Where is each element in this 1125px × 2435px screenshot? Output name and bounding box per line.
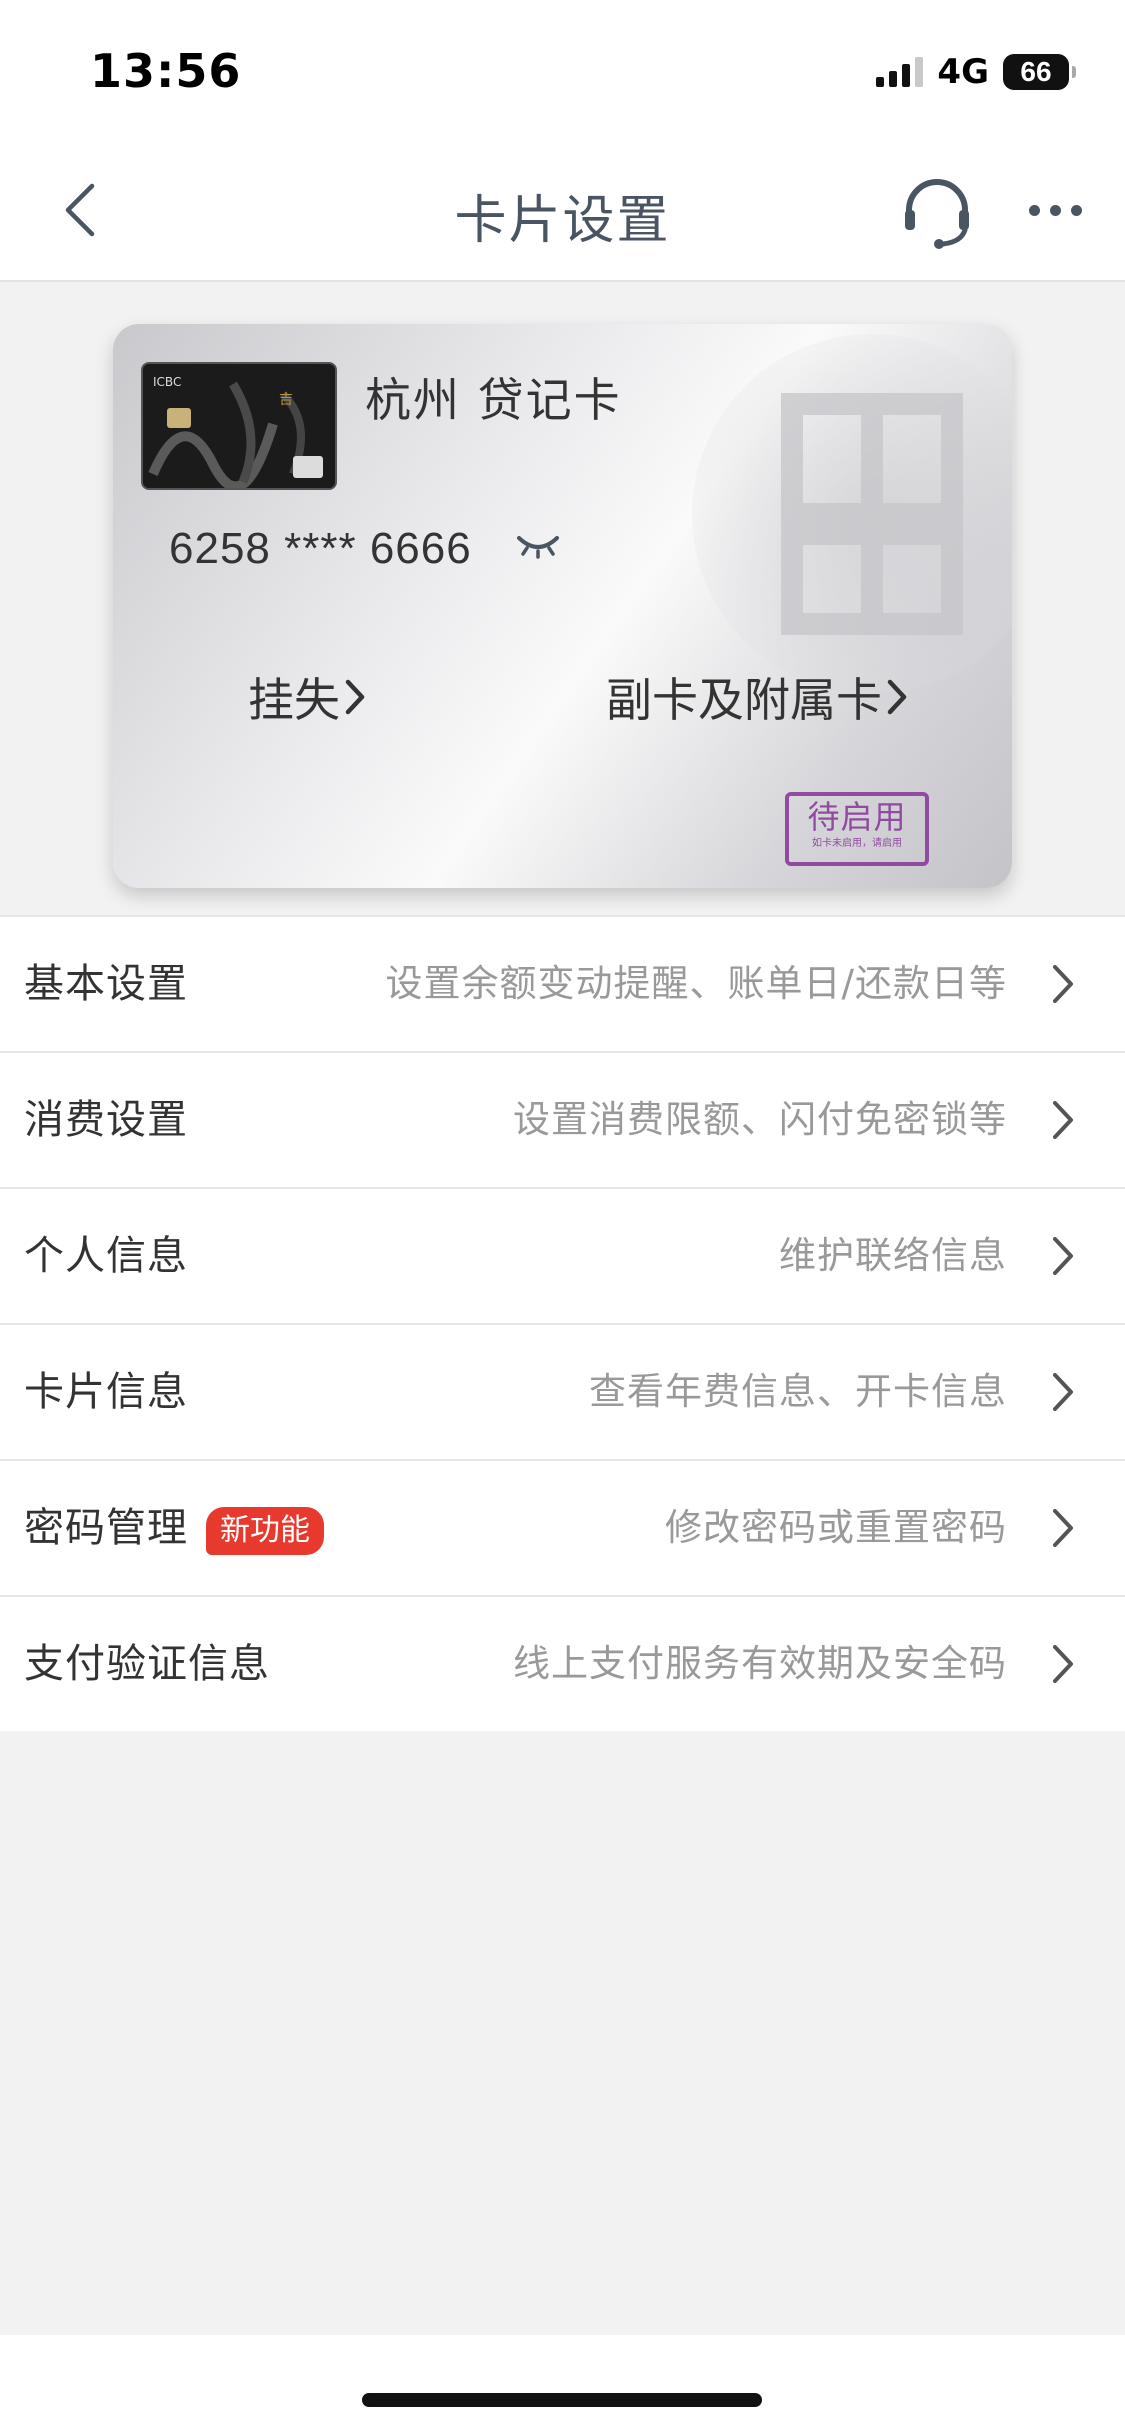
chevron-right-icon: [1053, 1237, 1073, 1275]
headset-icon: [905, 179, 969, 249]
more-dots-icon: [1028, 204, 1040, 216]
settings-row-basic[interactable]: 基本设置 设置余额变动提醒、账单日/还款日等: [0, 917, 1125, 1053]
pending-activation-stamp: 待启用 如卡未启用，请启用: [785, 792, 929, 866]
row-label: 支付验证信息: [24, 1641, 270, 1687]
row-description: 设置消费限额、闪付免密锁等: [513, 1098, 1007, 1141]
card-area: ICBC 吉 杭州 贷记卡 6258 **** 6666 挂失 副卡及附属卡 待…: [0, 282, 1125, 915]
status-bar: 13:56 4G 66: [0, 0, 1125, 140]
row-label: 个人信息: [24, 1233, 188, 1279]
eye-closed-icon[interactable]: [513, 526, 563, 566]
customer-service-button[interactable]: [899, 174, 975, 250]
settings-row-spending[interactable]: 消费设置 设置消费限额、闪付免密锁等: [0, 1053, 1125, 1189]
row-description: 线上支付服务有效期及安全码: [513, 1642, 1007, 1685]
nav-header: 卡片设置: [0, 140, 1125, 282]
bank-logo-watermark-icon: [781, 393, 963, 635]
row-label: 卡片信息: [24, 1369, 188, 1415]
chevron-right-icon: [345, 679, 365, 715]
card-name: 杭州 贷记卡: [365, 373, 622, 427]
card-art-icon: ICBC 吉: [143, 364, 335, 488]
row-label: 密码管理: [24, 1505, 188, 1551]
chevron-right-icon: [1053, 965, 1073, 1003]
network-type: 4G: [937, 52, 989, 92]
supplementary-card-label: 副卡及附属卡: [606, 673, 882, 727]
row-description: 维护联络信息: [779, 1234, 1007, 1277]
chevron-right-icon: [1053, 1645, 1073, 1683]
card-number: 6258 **** 6666: [169, 524, 472, 573]
more-button[interactable]: [1015, 180, 1095, 240]
bottom-safe-area: [0, 2335, 1125, 2435]
supplementary-card-button[interactable]: 副卡及附属卡: [606, 664, 908, 730]
svg-text:ICBC: ICBC: [153, 375, 181, 389]
row-description: 修改密码或重置密码: [665, 1506, 1007, 1549]
settings-row-personal-info[interactable]: 个人信息 维护联络信息: [0, 1189, 1125, 1325]
status-time: 13:56: [90, 44, 242, 98]
battery-level: 66: [1020, 56, 1052, 87]
battery-icon: 66: [1003, 54, 1076, 90]
card-thumbnail: ICBC 吉: [141, 362, 337, 490]
bank-card: ICBC 吉 杭州 贷记卡 6258 **** 6666 挂失 副卡及附属卡 待…: [113, 324, 1012, 888]
svg-text:吉: 吉: [279, 392, 293, 408]
settings-list: 基本设置 设置余额变动提醒、账单日/还款日等 消费设置 设置消费限额、闪付免密锁…: [0, 915, 1125, 1731]
row-description: 查看年费信息、开卡信息: [589, 1370, 1007, 1413]
chevron-right-icon: [1053, 1373, 1073, 1411]
report-loss-label: 挂失: [248, 673, 340, 727]
home-indicator[interactable]: [362, 2393, 762, 2407]
row-label: 基本设置: [24, 961, 188, 1007]
cellular-signal-icon: [876, 57, 924, 87]
settings-row-payment-verification[interactable]: 支付验证信息 线上支付服务有效期及安全码: [0, 1597, 1125, 1731]
chevron-right-icon: [887, 679, 907, 715]
chevron-right-icon: [1053, 1509, 1073, 1547]
settings-row-card-info[interactable]: 卡片信息 查看年费信息、开卡信息: [0, 1325, 1125, 1461]
stamp-main-text: 待启用: [807, 798, 907, 836]
new-feature-badge: 新功能: [206, 1507, 324, 1555]
row-label: 消费设置: [24, 1097, 188, 1143]
stamp-sub-text: 如卡未启用，请启用: [812, 838, 902, 849]
settings-row-password[interactable]: 密码管理 新功能 修改密码或重置密码: [0, 1461, 1125, 1597]
row-description: 设置余额变动提醒、账单日/还款日等: [385, 962, 1007, 1005]
status-indicators: 4G 66: [876, 52, 1076, 92]
chevron-right-icon: [1053, 1101, 1073, 1139]
report-loss-button[interactable]: 挂失: [248, 664, 366, 730]
